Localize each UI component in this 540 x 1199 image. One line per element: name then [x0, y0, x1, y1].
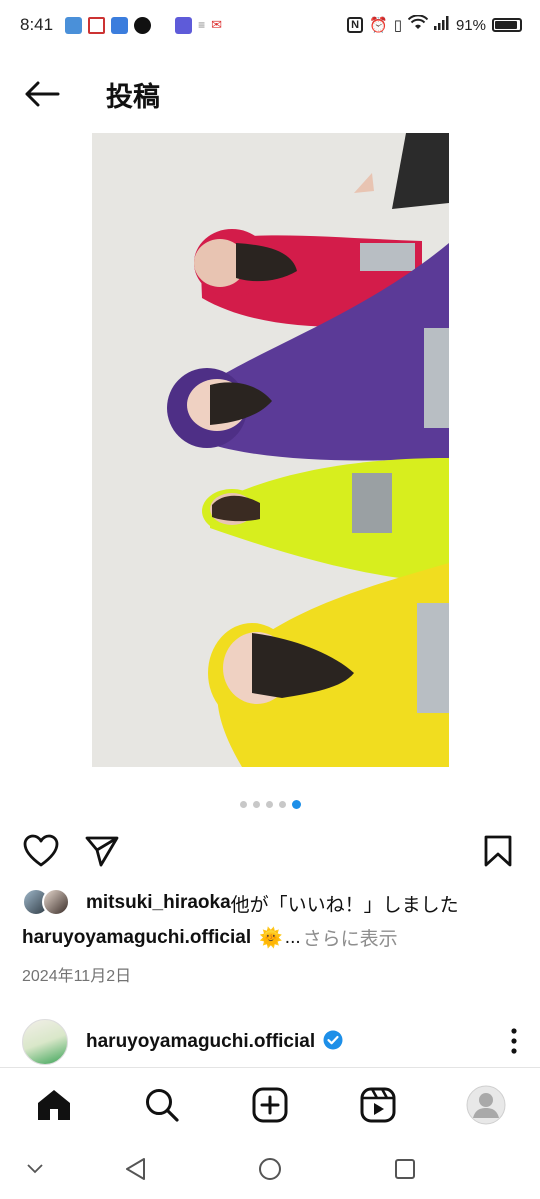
- tab-reels[interactable]: [355, 1082, 401, 1128]
- post-actions: [0, 826, 540, 874]
- carousel-dot: [291, 800, 301, 809]
- tab-home[interactable]: [31, 1082, 77, 1128]
- search-icon: [146, 1089, 179, 1122]
- bookmark-icon: [484, 835, 512, 867]
- likes-username[interactable]: mitsuki_hiraoka: [86, 892, 231, 914]
- circle-home-icon: [259, 1158, 281, 1180]
- back-button[interactable]: [12, 64, 72, 124]
- more-vertical-icon: [511, 1028, 517, 1054]
- carousel-dot: [265, 801, 273, 808]
- create-icon: [252, 1087, 288, 1123]
- carousel-dot: [278, 801, 286, 808]
- carousel-dot: [239, 801, 247, 808]
- page-title: 投稿: [106, 81, 160, 112]
- likes-text: 他が「いいね！」しました: [230, 894, 459, 916]
- avatar: [42, 888, 70, 916]
- status-right: N ⏰ ▯ 91%: [347, 14, 522, 35]
- yahoo-icon: [175, 16, 193, 34]
- triangle-back-icon: [126, 1158, 145, 1180]
- reels-icon: [360, 1087, 396, 1123]
- more-options-button[interactable]: [510, 1028, 518, 1059]
- avatar[interactable]: [22, 1019, 68, 1065]
- nfc-icon: N: [347, 17, 364, 33]
- tab-create[interactable]: [247, 1082, 293, 1128]
- alarm-icon: ⏰: [369, 17, 388, 34]
- caption: haruyoyamaguchi.official 🌞 ... さらに表示: [22, 924, 398, 951]
- home-nav-button[interactable]: [255, 1154, 285, 1184]
- back-nav-button[interactable]: [120, 1154, 150, 1184]
- tab-search[interactable]: [139, 1082, 185, 1128]
- battery-icon: [492, 18, 522, 32]
- likes-row[interactable]: mitsuki_hiraoka 他が「いいね！」しました: [22, 888, 459, 918]
- mail-icon: ✉: [211, 17, 223, 32]
- square-recents-icon: [395, 1159, 415, 1179]
- vibrate-icon: ▯: [393, 17, 402, 34]
- carousel-indicator: [0, 800, 540, 809]
- page-header: 投稿: [0, 64, 540, 124]
- wifi-icon: [407, 14, 429, 35]
- recents-nav-button[interactable]: [390, 1154, 420, 1184]
- sun-emoji: 🌞: [259, 927, 283, 949]
- tiktok-icon: [134, 16, 152, 34]
- video-icon: [111, 16, 129, 34]
- chevron-down-icon: [27, 1164, 43, 1174]
- caption-username[interactable]: haruyoyamaguchi.official: [22, 927, 251, 949]
- arrow-left-icon: [25, 81, 60, 107]
- battery-percent: 91%: [455, 16, 486, 34]
- gallery-icon: [65, 16, 83, 34]
- paper-plane-icon: [85, 836, 119, 867]
- system-navigation-bar: [0, 1142, 540, 1199]
- news-icon: [88, 16, 106, 34]
- liker-avatars: [22, 888, 74, 918]
- more-link[interactable]: さらに表示: [303, 924, 398, 951]
- caption-ellipsis: ...: [284, 926, 301, 948]
- heart-icon: [23, 834, 59, 867]
- home-icon: [38, 1090, 70, 1120]
- bottom-tab-bar: [0, 1067, 540, 1142]
- post-photo: [92, 133, 449, 767]
- collapse-button[interactable]: [20, 1154, 50, 1184]
- carousel-dot: [252, 801, 260, 808]
- verified-badge-icon: [323, 1030, 343, 1055]
- next-post-username[interactable]: haruyoyamaguchi.official: [86, 1031, 315, 1053]
- post-date: 2024年11月2日: [22, 968, 132, 985]
- share-button[interactable]: [81, 830, 123, 872]
- like-button[interactable]: [20, 830, 62, 872]
- save-button[interactable]: [477, 830, 519, 872]
- status-left: 8:41 ≡ ✉: [20, 15, 222, 35]
- post-media[interactable]: [92, 133, 449, 767]
- status-bar: 8:41 ≡ ✉ N ⏰ ▯ 91%: [0, 0, 540, 50]
- profile-icon: [466, 1085, 506, 1125]
- tab-profile[interactable]: [463, 1082, 509, 1128]
- next-post-header: haruyoyamaguchi.official: [0, 1016, 540, 1068]
- signal-icon: [433, 16, 450, 34]
- list-icon: ≡: [198, 18, 206, 32]
- status-time: 8:41: [20, 15, 54, 34]
